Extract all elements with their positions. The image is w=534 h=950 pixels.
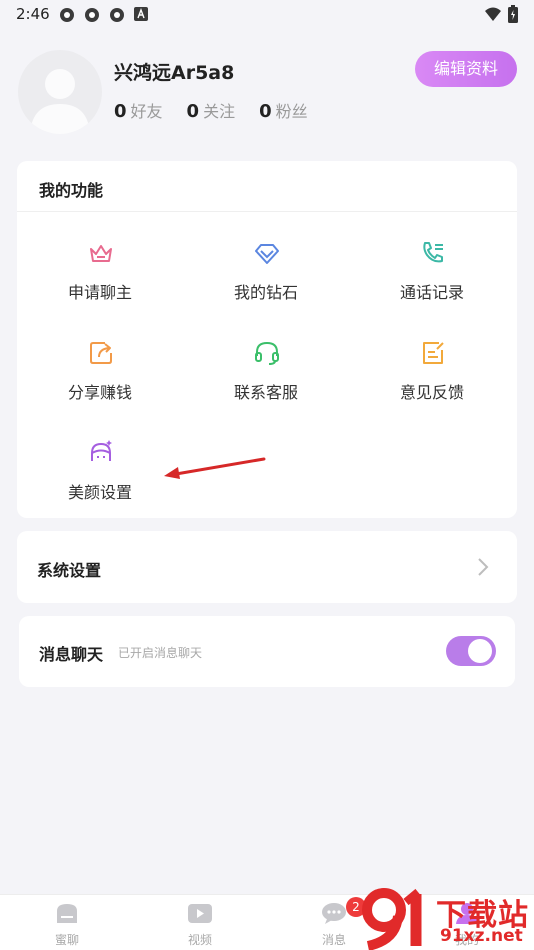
status-bar: 2:46 xyxy=(0,0,534,28)
message-chat-label: 消息聊天 xyxy=(39,645,104,664)
app-icon xyxy=(85,8,99,22)
crown-icon xyxy=(90,245,112,262)
nav-label: 蜜聊 xyxy=(54,933,79,947)
function-apply-host[interactable]: 申请聊主 xyxy=(17,239,183,319)
beauty-face-icon xyxy=(91,440,112,461)
watermark-logo-icon xyxy=(362,888,422,950)
stat-fans[interactable]: 0 粉丝 xyxy=(259,98,308,122)
toggle-knob xyxy=(468,639,492,663)
nav-label: 视频 xyxy=(187,933,212,947)
message-chat-row: 消息聊天 已开启消息聊天 xyxy=(19,616,515,687)
stat-label: 关注 xyxy=(203,102,236,121)
username: 兴鸿远Ar5a8 xyxy=(114,62,235,84)
message-chat-subtitle: 已开启消息聊天 xyxy=(118,646,203,660)
stat-label: 粉丝 xyxy=(275,102,308,121)
function-label: 我的钻石 xyxy=(233,283,298,302)
watermark-bottom-text: 91xz.net xyxy=(440,926,523,946)
video-icon xyxy=(188,904,212,923)
a-icon xyxy=(134,7,148,21)
function-label: 联系客服 xyxy=(233,383,298,402)
home-icon xyxy=(57,904,77,923)
stat-count: 0 xyxy=(114,101,127,122)
function-label: 美颜设置 xyxy=(67,483,132,502)
function-my-diamonds[interactable]: 我的钻石 xyxy=(183,239,349,319)
app-screen: 2:46 兴鸿远Ar5a8 0 好友 0 关注 0 粉丝 编辑资料 我的功能 申… xyxy=(0,0,534,950)
avatar[interactable] xyxy=(18,50,102,134)
edit-profile-button[interactable]: 编辑资料 xyxy=(415,51,517,87)
function-label: 通话记录 xyxy=(399,283,464,302)
feedback-icon xyxy=(423,342,444,364)
function-feedback[interactable]: 意见反馈 xyxy=(349,339,515,419)
chevron-right-icon xyxy=(478,558,489,576)
profile-stats: 0 好友 0 关注 0 粉丝 xyxy=(114,98,332,122)
function-customer-service[interactable]: 联系客服 xyxy=(183,339,349,419)
nav-item-video[interactable]: 视频 xyxy=(160,901,240,948)
function-label: 申请聊主 xyxy=(67,283,132,302)
diamond-icon xyxy=(255,244,279,264)
status-time: 2:46 xyxy=(16,5,50,23)
function-beauty-settings[interactable]: 美颜设置 xyxy=(17,439,183,519)
divider xyxy=(17,211,517,212)
app-icon xyxy=(110,8,124,22)
message-chat-toggle[interactable] xyxy=(446,636,496,666)
system-settings-row[interactable]: 系统设置 xyxy=(17,531,517,603)
system-settings-label: 系统设置 xyxy=(37,561,102,580)
stat-label: 好友 xyxy=(130,102,163,121)
default-avatar-icon xyxy=(30,69,90,134)
headset-icon xyxy=(255,341,279,365)
share-icon xyxy=(90,342,112,364)
app-icon xyxy=(60,8,74,22)
watermark: 下载站 91xz.net xyxy=(362,888,534,950)
function-label: 意见反馈 xyxy=(399,383,464,402)
battery-icon xyxy=(508,5,518,23)
stat-count: 0 xyxy=(259,101,272,122)
stat-following[interactable]: 0 关注 xyxy=(187,98,236,122)
function-call-log[interactable]: 通话记录 xyxy=(349,239,515,319)
nav-item-chat[interactable]: 蜜聊 xyxy=(27,901,107,948)
function-share-earn[interactable]: 分享赚钱 xyxy=(17,339,183,419)
stat-friends[interactable]: 0 好友 xyxy=(114,98,163,122)
annotation-arrow-icon xyxy=(164,457,266,479)
wifi-icon xyxy=(485,7,501,21)
function-label: 分享赚钱 xyxy=(67,383,132,402)
functions-title: 我的功能 xyxy=(39,181,104,200)
message-icon xyxy=(322,903,346,924)
phone-log-icon xyxy=(423,242,443,263)
stat-count: 0 xyxy=(186,101,200,122)
